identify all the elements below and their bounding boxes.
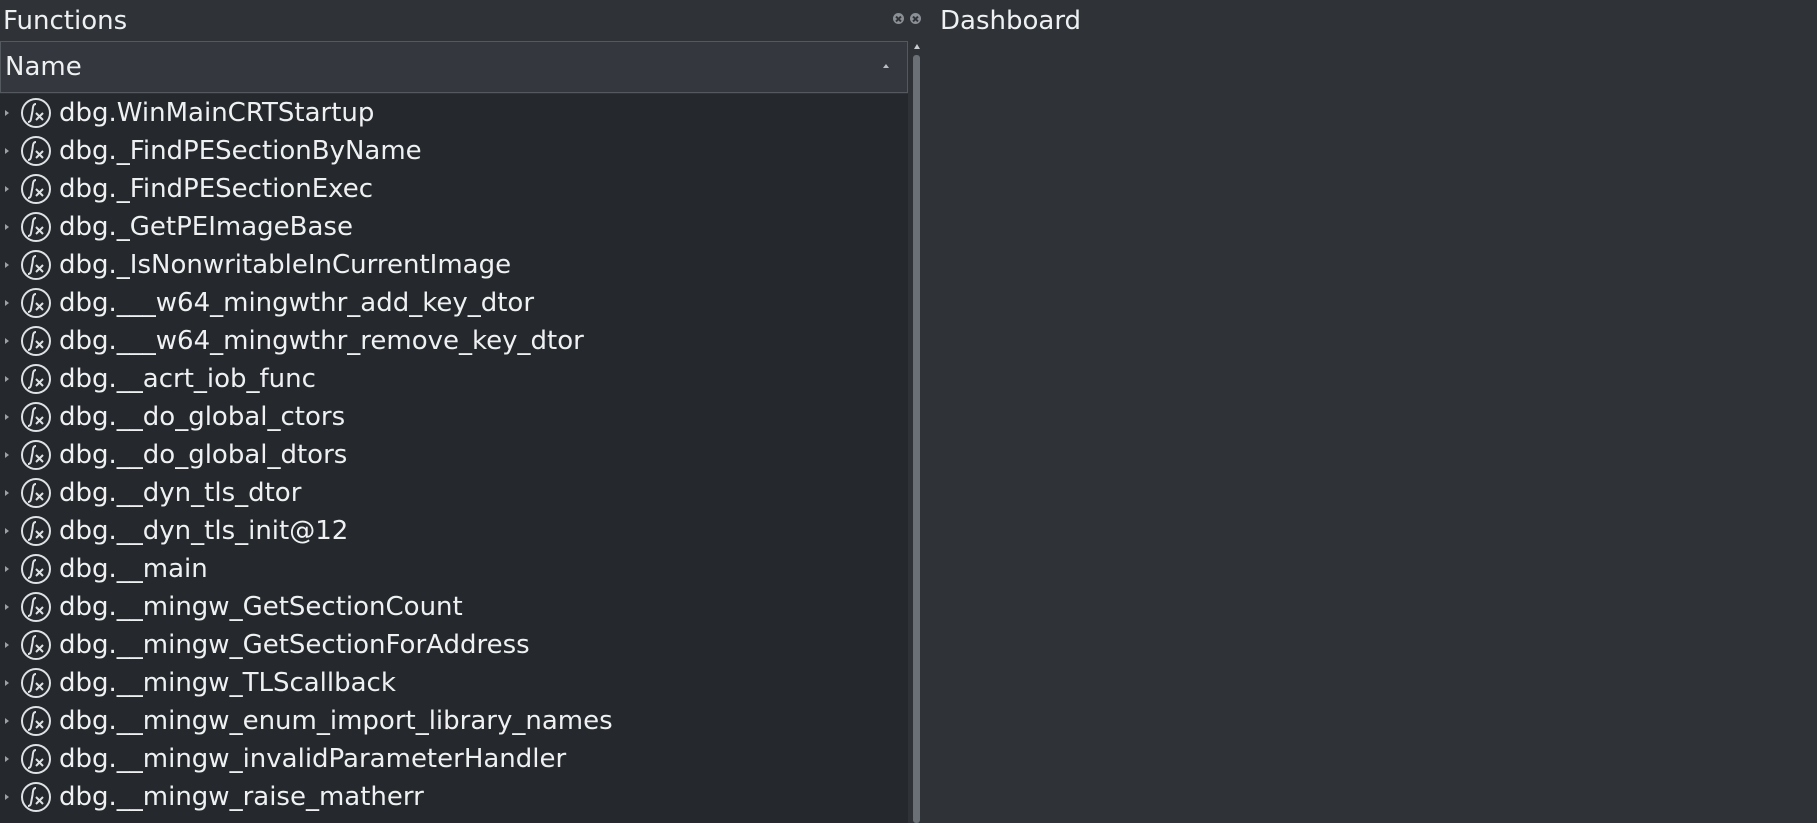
dashboard-panel: Dashboard [924, 0, 1817, 823]
sort-ascending-icon [883, 64, 889, 68]
expand-arrow-icon[interactable] [5, 300, 9, 306]
expand-arrow-icon[interactable] [5, 376, 9, 382]
function-name: dbg.__acrt_iob_func [59, 364, 316, 394]
function-name: dbg.__mingw_enum_import_library_names [59, 706, 613, 736]
function-name: dbg.___w64_mingwthr_remove_key_dtor [59, 326, 584, 356]
expand-arrow-icon[interactable] [5, 642, 9, 648]
list-item[interactable]: dbg.__do_global_ctors [0, 398, 908, 436]
function-name: dbg.__main [59, 554, 208, 584]
list-item[interactable]: dbg.__dyn_tls_init@12 [0, 512, 908, 550]
expand-arrow-icon[interactable] [5, 224, 9, 230]
function-name: dbg.WinMainCRTStartup [59, 98, 375, 128]
expand-arrow-icon[interactable] [5, 110, 9, 116]
list-item[interactable]: dbg.__do_global_dtors [0, 436, 908, 474]
column-header-name[interactable]: Name [0, 41, 908, 93]
function-name: dbg._IsNonwritableInCurrentImage [59, 250, 512, 280]
function-name: dbg.__mingw_TLScallback [59, 668, 396, 698]
expand-arrow-icon[interactable] [5, 338, 9, 344]
function-name: dbg._GetPEImageBase [59, 212, 353, 242]
function-name: dbg.__mingw_GetSectionCount [59, 592, 463, 622]
function-name: dbg.__dyn_tls_init@12 [59, 516, 349, 546]
column-header-label: Name [5, 52, 82, 82]
list-item[interactable]: dbg._GetPEImageBase [0, 208, 908, 246]
expand-arrow-icon[interactable] [5, 566, 9, 572]
dashboard-panel-title: Dashboard [940, 6, 1082, 36]
expand-arrow-icon[interactable] [5, 718, 9, 724]
list-item[interactable]: dbg.__mingw_TLScallback [0, 664, 908, 702]
functions-list[interactable]: dbg.WinMainCRTStartup dbg._FindPESectionB… [0, 94, 908, 823]
list-item[interactable]: dbg._FindPESectionExec [0, 170, 908, 208]
list-item[interactable]: dbg.__dyn_tls_dtor [0, 474, 908, 512]
list-item[interactable]: dbg.__mingw_enum_import_library_names [0, 702, 908, 740]
list-item[interactable]: dbg.___w64_mingwthr_remove_key_dtor [0, 322, 908, 360]
expand-arrow-icon[interactable] [5, 490, 9, 496]
functions-panel-title: Functions [3, 6, 128, 36]
undock-icon[interactable] [893, 13, 904, 24]
expand-arrow-icon[interactable] [5, 452, 9, 458]
functions-panel: Functions Name dbg.WinMainCRTStartup dbg.… [0, 0, 921, 823]
function-name: dbg.__do_global_ctors [59, 402, 346, 432]
list-item[interactable]: dbg._IsNonwritableInCurrentImage [0, 246, 908, 284]
expand-arrow-icon[interactable] [5, 680, 9, 686]
expand-arrow-icon[interactable] [5, 794, 9, 800]
scroll-up-arrow-icon[interactable] [914, 44, 920, 49]
list-item[interactable]: dbg._FindPESectionByName [0, 132, 908, 170]
list-item[interactable]: dbg.__mingw_GetSectionCount [0, 588, 908, 626]
function-name: dbg.__do_global_dtors [59, 440, 348, 470]
list-item[interactable]: dbg.__mingw_raise_matherr [0, 778, 908, 816]
expand-arrow-icon[interactable] [5, 414, 9, 420]
list-item[interactable]: dbg.__mingw_GetSectionForAddress [0, 626, 908, 664]
list-item[interactable]: dbg.__acrt_iob_func [0, 360, 908, 398]
functions-panel-titlebar: Functions [0, 0, 924, 40]
function-name: dbg.__mingw_GetSectionForAddress [59, 630, 530, 660]
expand-arrow-icon[interactable] [5, 186, 9, 192]
expand-arrow-icon[interactable] [5, 604, 9, 610]
expand-arrow-icon[interactable] [5, 756, 9, 762]
app-window: Functions Name dbg.WinMainCRTStartup dbg.… [0, 0, 1817, 823]
function-name: dbg.__dyn_tls_dtor [59, 478, 302, 508]
function-name: dbg.___w64_mingwthr_add_key_dtor [59, 288, 535, 318]
expand-arrow-icon[interactable] [5, 528, 9, 534]
expand-arrow-icon[interactable] [5, 262, 9, 268]
list-item[interactable]: dbg.__main [0, 550, 908, 588]
function-name: dbg.__mingw_raise_matherr [59, 782, 424, 812]
expand-arrow-icon[interactable] [5, 148, 9, 154]
scrollbar-thumb[interactable] [913, 55, 920, 823]
functions-list-scrollbar[interactable] [911, 41, 922, 823]
function-name: dbg._FindPESectionByName [59, 136, 422, 166]
close-icon[interactable] [910, 13, 921, 24]
function-name: dbg._FindPESectionExec [59, 174, 374, 204]
list-item[interactable]: dbg.WinMainCRTStartup [0, 94, 908, 132]
list-item[interactable]: dbg.___w64_mingwthr_add_key_dtor [0, 284, 908, 322]
list-item[interactable]: dbg.__mingw_invalidParameterHandler [0, 740, 908, 778]
function-name: dbg.__mingw_invalidParameterHandler [59, 744, 567, 774]
